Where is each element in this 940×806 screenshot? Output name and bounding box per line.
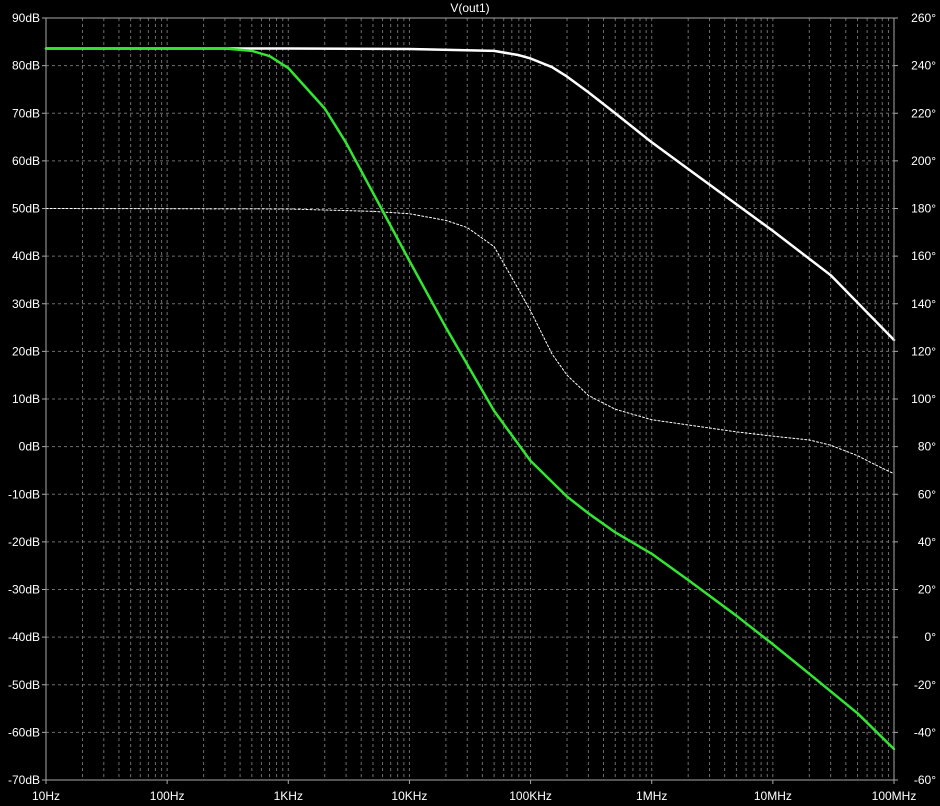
bode-plot: V(out1) 10Hz 100Hz 1KHz 10KHz 100KHz 1MHz 10MH… <box>0 0 940 806</box>
y-left-tick-label: 90dB <box>12 11 40 25</box>
y-left-tick-label: 30dB <box>12 297 40 311</box>
x-tick-label: 1MHz <box>636 789 667 803</box>
x-tick-label: 10Hz <box>32 789 60 803</box>
y-left-tick-label: -20dB <box>8 535 40 549</box>
y-left-tick-label: 0dB <box>19 440 40 454</box>
y-left-tick-label: -40dB <box>8 630 40 644</box>
y-left-tick-label: 50dB <box>12 202 40 216</box>
y-right-tick-label: 0° <box>925 630 937 644</box>
y-left-tick-label: 20dB <box>12 344 40 358</box>
y-right-tick-label: 120° <box>911 344 936 358</box>
x-tick-label: 1KHz <box>274 789 303 803</box>
y-right-tick-label: 40° <box>918 535 936 549</box>
y-left-tick-label: -60dB <box>8 725 40 739</box>
y-right-tick-label: 100° <box>911 392 936 406</box>
y-right-tick-label: 20° <box>918 583 936 597</box>
x-tick-label: 100MHz <box>872 789 917 803</box>
x-tick-label: 10MHz <box>754 789 792 803</box>
y-right-tick-label: 240° <box>911 59 936 73</box>
y-left-tick-label: -30dB <box>8 583 40 597</box>
y-right-tick-label: -60° <box>914 773 936 787</box>
x-tick-label: 100Hz <box>150 789 185 803</box>
y-right-tick-label: 200° <box>911 154 936 168</box>
y-right-tick-label: -40° <box>914 725 936 739</box>
y-right-tick-label: 180° <box>911 202 936 216</box>
y-left-tick-label: -70dB <box>8 773 40 787</box>
y-left-tick-label: 60dB <box>12 154 40 168</box>
y-right-tick-label: -20° <box>914 678 936 692</box>
y-right-tick-label: 60° <box>918 487 936 501</box>
y-right-tick-label: 160° <box>911 249 936 263</box>
y-right-tick-label: 260° <box>911 11 936 25</box>
x-tick-label: 10KHz <box>391 789 427 803</box>
y-left-tick-label: 40dB <box>12 249 40 263</box>
y-left-tick-label: -10dB <box>8 487 40 501</box>
chart-title: V(out1) <box>450 1 489 15</box>
y-left-tick-label: 10dB <box>12 392 40 406</box>
y-left-tick-label: -50dB <box>8 678 40 692</box>
y-right-tick-label: 140° <box>911 297 936 311</box>
y-right-tick-label: 80° <box>918 440 936 454</box>
y-left-tick-label: 80dB <box>12 59 40 73</box>
y-right-tick-label: 220° <box>911 106 936 120</box>
x-tick-label: 100KHz <box>509 789 552 803</box>
y-left-tick-label: 70dB <box>12 106 40 120</box>
